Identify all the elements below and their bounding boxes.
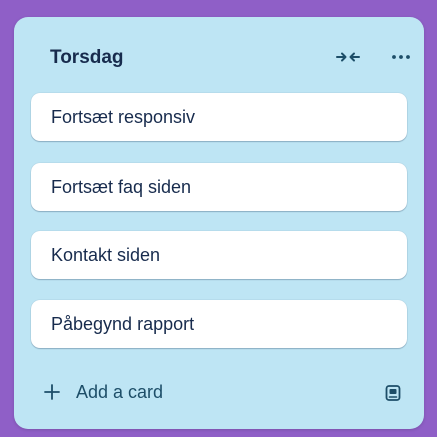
- list-actions-button[interactable]: [386, 43, 416, 71]
- card-fortsaet-responsiv[interactable]: Fortsæt responsiv: [31, 93, 407, 141]
- add-card-button[interactable]: Add a card: [32, 373, 352, 411]
- collapse-icon: [336, 52, 360, 62]
- list-footer: Add a card: [14, 369, 424, 415]
- list-torsdag: Torsdag Fortsæt responsiv Fortsæt faq si…: [14, 17, 424, 429]
- card-title: Fortsæt responsiv: [51, 107, 196, 127]
- card-fortsaet-faq-siden[interactable]: Fortsæt faq siden: [31, 163, 407, 211]
- create-from-template-button[interactable]: [378, 378, 408, 408]
- collapse-list-button[interactable]: [331, 43, 365, 71]
- card-template-icon: [385, 385, 401, 401]
- list-header: Torsdag: [14, 17, 424, 95]
- list-title[interactable]: Torsdag: [50, 47, 124, 69]
- card-pabegynd-rapport[interactable]: Påbegynd rapport: [31, 300, 407, 348]
- plus-icon: [38, 378, 66, 406]
- card-title: Fortsæt faq siden: [51, 177, 192, 197]
- add-card-label: Add a card: [76, 381, 164, 402]
- more-icon: [392, 55, 410, 59]
- card-kontakt-siden[interactable]: Kontakt siden: [31, 231, 407, 279]
- card-title: Påbegynd rapport: [51, 314, 195, 334]
- card-title: Kontakt siden: [51, 245, 161, 265]
